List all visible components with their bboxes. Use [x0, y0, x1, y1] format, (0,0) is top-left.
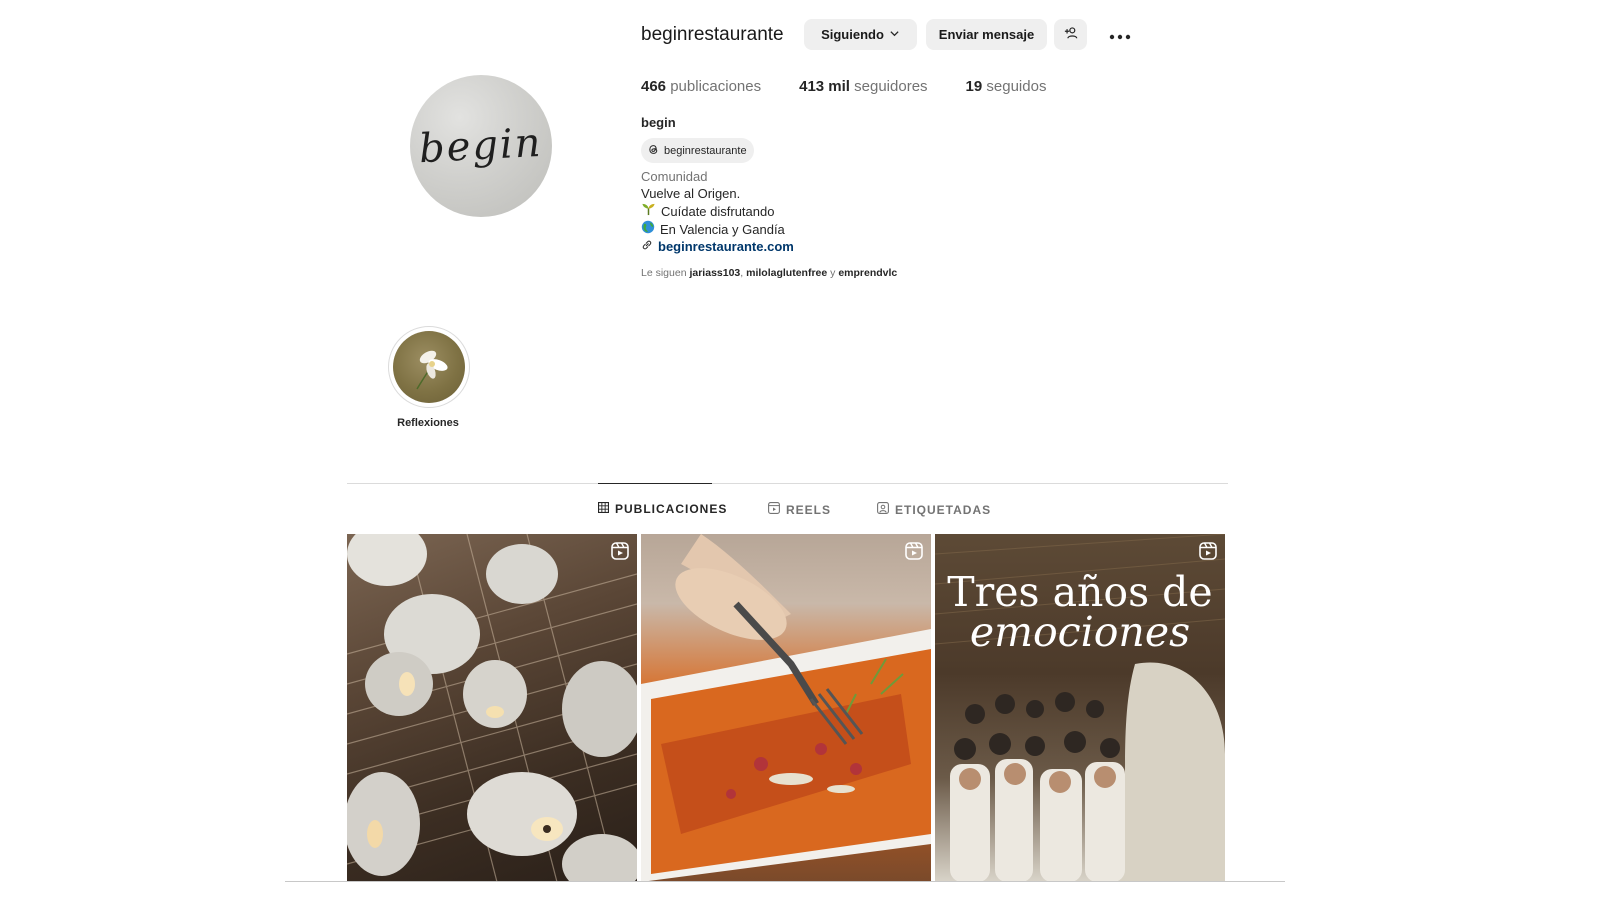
bio-line-3: En Valencia y Gandía [641, 220, 794, 238]
suggested-users-button[interactable] [1054, 19, 1087, 50]
reels-icon [768, 502, 780, 517]
stat-following-label: seguidos [986, 78, 1047, 95]
bio-line-3-text: En Valencia y Gandía [660, 221, 785, 237]
post-overlay-line-2: emociones [969, 608, 1191, 656]
story-highlight[interactable] [388, 326, 470, 408]
more-horizontal-icon [1109, 28, 1131, 43]
highlight-label: Reflexiones [397, 417, 459, 429]
post-overlay-title: Tres años de emociones [935, 568, 1225, 656]
reel-badge-icon [611, 542, 629, 560]
stat-followers-label: seguidores [854, 78, 928, 95]
followed-by-user: jariass103 [689, 267, 741, 279]
chevron-down-icon [889, 27, 900, 42]
active-tab-indicator [598, 483, 712, 484]
highlight-cover-image [393, 331, 465, 403]
profile-stats: 466 publicaciones 413 mil seguidores 19 … [641, 78, 1046, 95]
avatar-logo-text: begin [418, 119, 544, 173]
person-add-icon [1064, 26, 1078, 43]
followed-by-user: milolaglutenfree [746, 267, 828, 279]
profile-full-name: begin [641, 115, 676, 130]
reel-badge-icon [905, 542, 923, 560]
stat-posts: 466 publicaciones [641, 78, 761, 95]
tab-tagged-label: ETIQUETADAS [895, 502, 992, 517]
send-message-button[interactable]: Enviar mensaje [926, 19, 1047, 50]
tab-reels-label: REELS [786, 502, 832, 517]
tab-posts-label: PUBLICACIONES [615, 502, 728, 516]
stat-following-value: 19 [965, 78, 983, 95]
followed-by-conjunction: y [830, 267, 836, 279]
seedling-icon [641, 202, 656, 220]
send-message-label: Enviar mensaje [938, 27, 1035, 42]
followed-by-user: emprendvlc [838, 267, 898, 279]
post-2-image [641, 534, 931, 882]
post-thumbnail[interactable] [347, 534, 637, 882]
tabs-divider [347, 483, 1228, 484]
following-button[interactable]: Siguiendo [804, 19, 917, 50]
more-options-button[interactable] [1107, 22, 1133, 48]
tab-reels[interactable]: REELS [768, 502, 831, 517]
profile-bio: Comunidad Vuelve al Origen. Cuídate disf… [641, 168, 794, 255]
post-1-image [347, 534, 637, 882]
bio-line-1: Vuelve al Origen. [641, 186, 741, 201]
profile-avatar[interactable]: begin [410, 75, 552, 217]
threads-badge[interactable]: beginrestaurante [641, 138, 754, 163]
tagged-icon [877, 502, 889, 517]
followed-by-prefix: Le siguen [641, 267, 687, 279]
stat-following[interactable]: 19 seguidos [966, 78, 1047, 95]
tab-tagged[interactable]: ETIQUETADAS [877, 502, 991, 517]
link-icon [641, 238, 653, 255]
threads-handle: beginrestaurante [664, 144, 747, 157]
post-thumbnail[interactable]: Tres años de emociones [935, 534, 1225, 882]
globe-icon [641, 220, 655, 238]
bio-link-row: beginrestaurante.com [641, 238, 794, 255]
stat-posts-value: 466 [641, 78, 667, 95]
stat-followers-value: 413 mil [799, 78, 850, 95]
stat-followers[interactable]: 413 mil seguidores [799, 78, 927, 95]
tab-posts[interactable]: PUBLICACIONES [598, 502, 727, 516]
bottom-edge-line [285, 881, 1285, 882]
threads-icon [647, 143, 660, 159]
profile-username: beginrestaurante [641, 24, 784, 45]
post-thumbnail[interactable] [641, 534, 931, 882]
grid-icon [598, 502, 610, 516]
post-overlay-line-1: Tres años de [947, 568, 1213, 616]
followed-by-separator: , [740, 267, 744, 279]
following-label: Siguiendo [821, 27, 884, 42]
bio-line-2-text: Cuídate disfrutando [661, 203, 775, 219]
stat-posts-label: publicaciones [670, 78, 762, 95]
profile-category: Comunidad [641, 169, 708, 184]
website-link[interactable]: beginrestaurante.com [658, 238, 794, 255]
reel-badge-icon [1199, 542, 1217, 560]
bio-line-2: Cuídate disfrutando [641, 202, 794, 220]
followed-by[interactable]: Le siguen jariass103, milolaglutenfree y… [641, 267, 897, 279]
